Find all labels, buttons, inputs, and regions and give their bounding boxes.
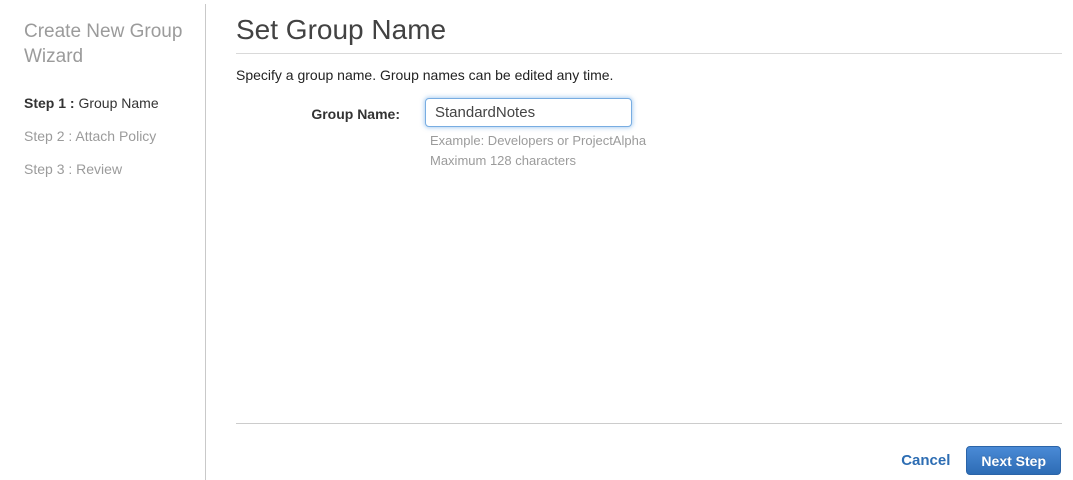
sidebar-step-group-name[interactable]: Step 1 : Group Name xyxy=(24,96,185,110)
title-divider xyxy=(236,53,1062,54)
group-name-input[interactable] xyxy=(425,98,632,127)
step-label: Review xyxy=(72,161,123,177)
group-name-label: Group Name: xyxy=(311,106,400,122)
step-label: Group Name xyxy=(74,95,159,111)
step-label: Attach Policy xyxy=(72,128,157,144)
step-number: Step 1 : xyxy=(24,95,75,111)
wizard-footer: Cancel Next Step xyxy=(236,423,1062,475)
step-number: Step 2 : xyxy=(24,128,73,144)
step-number: Step 3 : xyxy=(24,161,73,177)
group-name-form-row: Group Name: Example: Developers or Proje… xyxy=(236,98,1062,171)
cancel-button[interactable]: Cancel xyxy=(901,452,950,469)
main-panel: Set Group Name Specify a group name. Gro… xyxy=(236,0,1062,480)
group-name-max-length-hint: Maximum 128 characters xyxy=(430,153,576,168)
next-step-button[interactable]: Next Step xyxy=(966,446,1061,475)
group-name-field-column: Example: Developers or ProjectAlpha Maxi… xyxy=(425,98,646,171)
wizard-title: Create New Group Wizard xyxy=(24,21,183,67)
wizard-sidebar: Create New Group Wizard Step 1 : Group N… xyxy=(0,0,205,480)
group-name-example-hint: Example: Developers or ProjectAlpha xyxy=(430,133,647,148)
sidebar-divider xyxy=(205,4,206,480)
page-title: Set Group Name xyxy=(236,14,447,45)
sidebar-step-review[interactable]: Step 3 : Review xyxy=(24,162,185,176)
page-description: Specify a group name. Group names can be… xyxy=(236,67,614,83)
sidebar-step-attach-policy[interactable]: Step 2 : Attach Policy xyxy=(24,129,185,143)
wizard-steps: Step 1 : Group Name Step 2 : Attach Poli… xyxy=(24,96,185,176)
footer-actions: Cancel Next Step xyxy=(236,424,1062,475)
